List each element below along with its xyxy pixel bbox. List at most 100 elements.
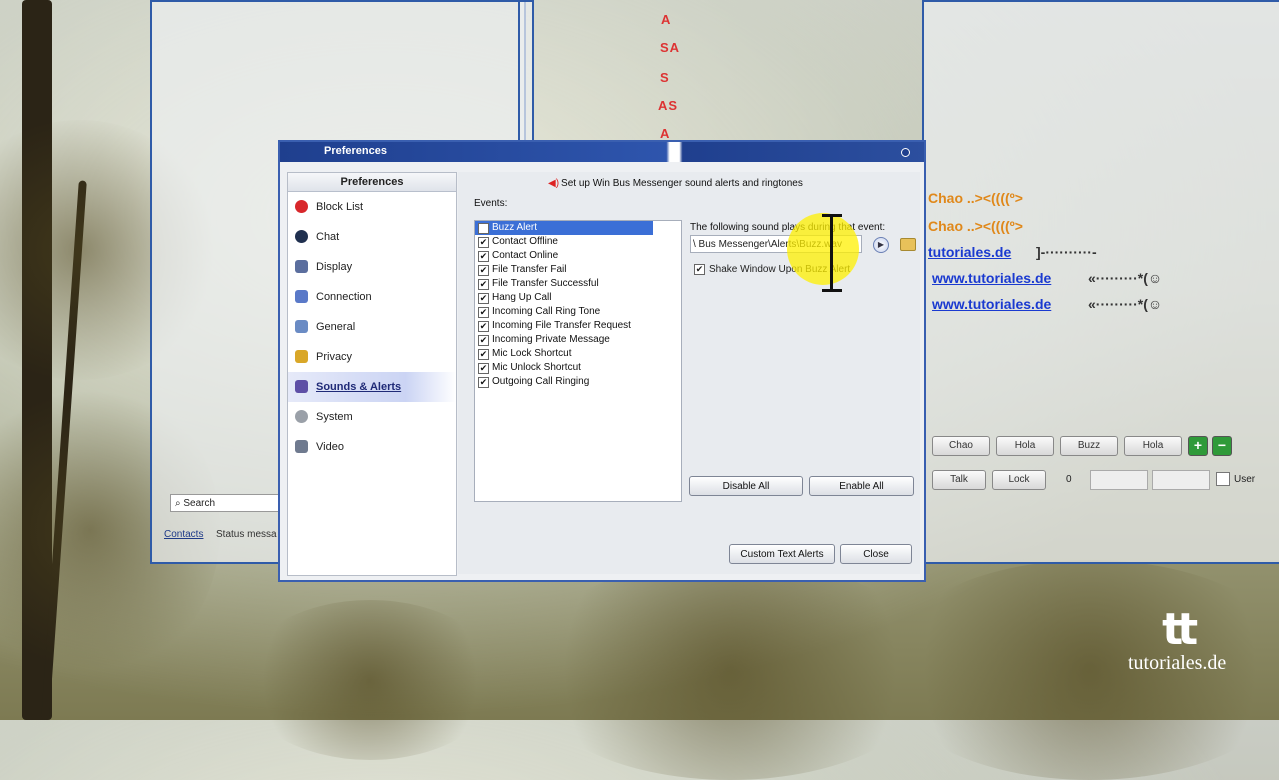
play-sound-icon[interactable]: ▶ [873, 237, 889, 253]
chat-line: «·········*(☺ [1088, 296, 1163, 312]
panel-header: ◀) Set up Win Bus Messenger sound alerts … [548, 178, 803, 189]
event-row[interactable]: ✔ Hang Up Call [475, 291, 681, 305]
sidebar-item-label: Video [316, 441, 344, 453]
sidebar-item-chat[interactable]: Chat [288, 222, 456, 252]
sidebar-item-system[interactable]: System [288, 402, 456, 432]
event-label: Mic Lock Shortcut [492, 348, 572, 359]
event-checkbox[interactable]: ✔ [478, 321, 489, 332]
chat-line: «·········*(☺ [1088, 270, 1163, 286]
sidebar-item-label: Sounds & Alerts [316, 381, 402, 393]
hola-button-2[interactable]: Hola [1124, 436, 1182, 456]
red-letter: S [660, 70, 670, 85]
event-label: Hang Up Call [492, 292, 552, 303]
volume-field-2[interactable] [1152, 470, 1210, 490]
sidebar-item-video[interactable]: Video [288, 432, 456, 462]
sidebar-item-display[interactable]: Display [288, 252, 456, 282]
chat-line: Chao ..><((((º> [928, 190, 1023, 206]
event-row[interactable]: ✔ Contact Online [475, 249, 681, 263]
watermark-logo: tt tutoriales.de [1128, 608, 1226, 675]
red-letter: SA [660, 40, 681, 55]
event-label: Buzz Alert [492, 222, 538, 233]
chat-line[interactable]: www.tutoriales.de [932, 296, 1051, 312]
enable-all-button[interactable]: Enable All [809, 476, 914, 496]
chao-button[interactable]: Chao [932, 436, 990, 456]
red-letter: AS [658, 98, 679, 113]
tab-status-messages[interactable]: Status messa [216, 529, 277, 540]
event-checkbox[interactable] [478, 223, 489, 234]
events-list[interactable]: Buzz Alert ✔ Contact Offline ✔ Contact Onlin… [474, 220, 682, 502]
event-label: File Transfer Successful [492, 278, 599, 289]
event-row[interactable]: ✔ Mic Lock Shortcut [475, 347, 681, 361]
event-checkbox[interactable]: ✔ [478, 251, 489, 262]
close-dot-icon[interactable] [901, 148, 910, 157]
events-label: Events: [474, 198, 508, 209]
background-chat-window-left [518, 0, 534, 144]
event-checkbox[interactable]: ✔ [478, 279, 489, 290]
system-icon [295, 410, 308, 423]
search-bar[interactable]: ⌕ Search [170, 494, 280, 512]
sidebar-item-label: Block List [316, 201, 364, 213]
panel-header-text: Set up Win Bus Messenger sound alerts an… [561, 178, 803, 189]
event-row[interactable]: ✔ Contact Offline [475, 235, 681, 249]
sidebar-item-block-list[interactable]: Block List [288, 192, 456, 222]
buzz-button[interactable]: Buzz [1060, 436, 1118, 456]
event-label: Incoming Private Message [492, 334, 610, 345]
event-row[interactable]: ✔ Outgoing Call Ringing [475, 375, 681, 389]
custom-text-alerts-button[interactable]: Custom Text Alerts [729, 544, 835, 564]
event-checkbox[interactable]: ✔ [478, 335, 489, 346]
event-checkbox[interactable]: ✔ [478, 265, 489, 276]
event-label: Incoming File Transfer Request [492, 320, 631, 331]
event-checkbox[interactable]: ✔ [478, 363, 489, 374]
talk-button[interactable]: Talk [932, 470, 986, 490]
event-checkbox[interactable]: ✔ [478, 237, 489, 248]
close-button[interactable]: Close [840, 544, 912, 564]
sidebar-item-label: Privacy [316, 351, 353, 363]
event-row[interactable]: ✔ File Transfer Successful [475, 277, 681, 291]
disable-all-button[interactable]: Disable All [689, 476, 803, 496]
connection-icon [295, 290, 308, 303]
browse-folder-icon[interactable] [900, 238, 916, 251]
sidebar-item-privacy[interactable]: Privacy [288, 342, 456, 372]
sidebar-item-connection[interactable]: Connection [288, 282, 456, 312]
sidebar-item-sounds-alerts[interactable]: Sounds & Alerts [288, 372, 456, 402]
event-label: Mic Unlock Shortcut [492, 362, 581, 373]
watermark-mark: tt [1162, 604, 1198, 655]
chat-line[interactable]: www.tutoriales.de [932, 270, 1051, 286]
event-checkbox[interactable]: ✔ [478, 377, 489, 388]
shake-checkbox[interactable]: ✔ [694, 264, 705, 275]
volume-field[interactable] [1090, 470, 1148, 490]
sidebar-item-general[interactable]: General [288, 312, 456, 342]
event-label: Incoming Call Ring Tone [492, 306, 601, 317]
event-row[interactable]: ✔ Incoming File Transfer Request [475, 319, 681, 333]
search-label: Search [183, 498, 216, 509]
sidebar-item-label: Connection [316, 291, 372, 303]
display-icon [295, 260, 308, 273]
preferences-dialog: Preferences Preferences Block List Chat Di… [278, 140, 926, 582]
event-row[interactable]: Buzz Alert [475, 221, 653, 235]
event-row[interactable]: ✔ Incoming Call Ring Tone [475, 305, 681, 319]
background-chat-window: Chao ..><((((º> Chao ..><((((º> tutorial… [922, 0, 1279, 564]
event-row[interactable]: ✔ Incoming Private Message [475, 333, 681, 347]
event-row[interactable]: ✔ Mic Unlock Shortcut [475, 361, 681, 375]
event-checkbox[interactable]: ✔ [478, 293, 489, 304]
privacy-icon [295, 350, 308, 363]
sounds-alerts-icon [295, 380, 308, 393]
event-label: File Transfer Fail [492, 264, 567, 275]
event-checkbox[interactable]: ✔ [478, 349, 489, 360]
text-cursor-icon [822, 214, 842, 292]
event-checkbox[interactable]: ✔ [478, 307, 489, 318]
event-label: Outgoing Call Ringing [492, 376, 590, 387]
sidebar-title: Preferences [288, 173, 456, 192]
chat-line: Chao ..><((((º> [928, 218, 1023, 234]
add-icon[interactable]: + [1188, 436, 1208, 456]
tab-contacts[interactable]: Contacts [164, 529, 203, 540]
cursor-highlight [787, 213, 859, 285]
event-row[interactable]: ✔ File Transfer Fail [475, 263, 681, 277]
title-bar[interactable]: Preferences [280, 142, 924, 162]
event-label: Contact Offline [492, 236, 558, 247]
lock-button[interactable]: Lock [992, 470, 1046, 490]
chat-line[interactable]: tutoriales.de [928, 244, 1011, 260]
user-checkbox[interactable] [1216, 472, 1230, 486]
remove-icon[interactable]: − [1212, 436, 1232, 456]
hola-button[interactable]: Hola [996, 436, 1054, 456]
